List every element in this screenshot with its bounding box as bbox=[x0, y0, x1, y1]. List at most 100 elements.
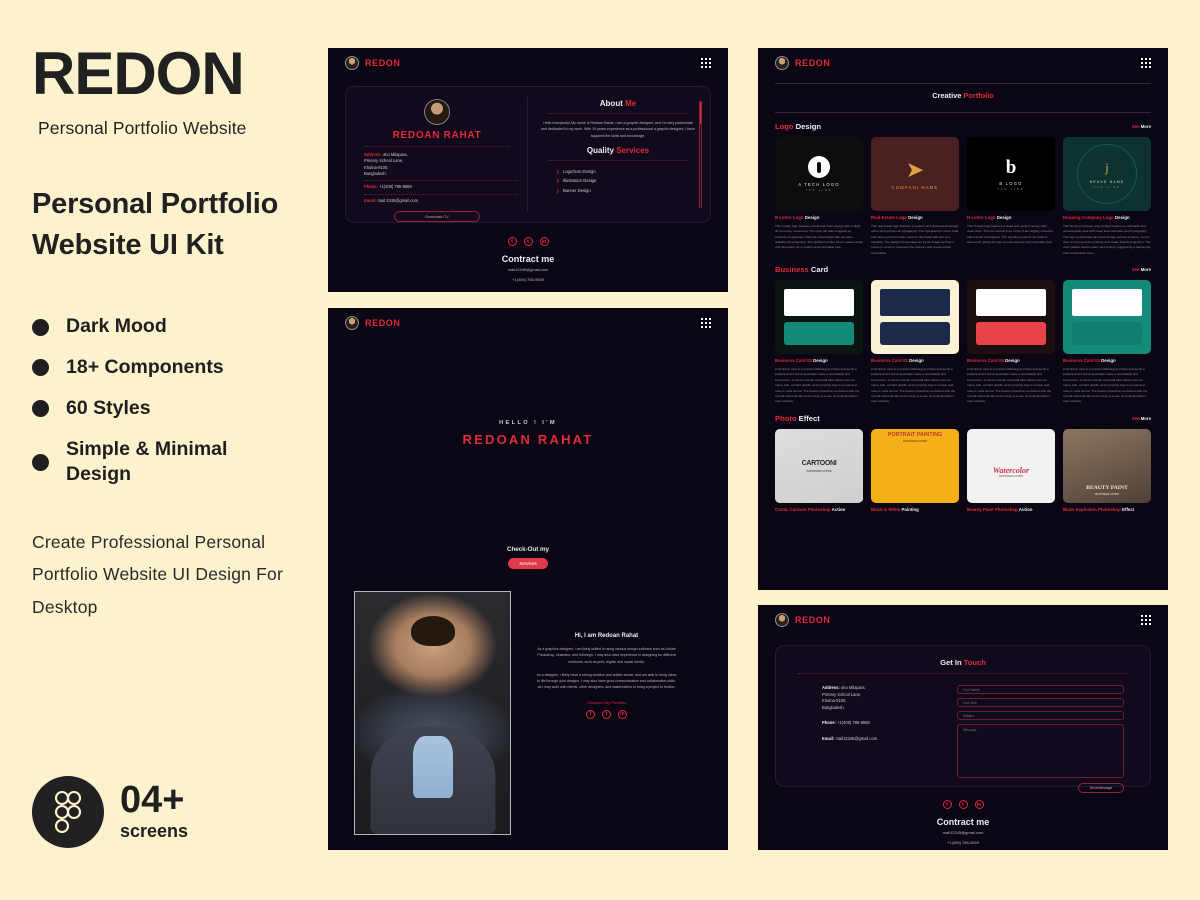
screens-word: screens bbox=[120, 821, 189, 842]
see-more-link[interactable]: See More bbox=[1132, 267, 1151, 272]
contact-details: Address: 4no Milapara, Primary School La… bbox=[794, 685, 943, 793]
grid-menu-icon[interactable] bbox=[1140, 614, 1151, 626]
linkedin-icon[interactable]: in bbox=[539, 237, 549, 246]
about-heading-accent: Me bbox=[625, 99, 637, 108]
facebook-icon[interactable]: f bbox=[942, 800, 952, 809]
portfolio-card[interactable]: Watercolor PHOTOSHOP ACTION Beauty Paint… bbox=[967, 428, 1055, 513]
card-caption: Business Card 02 Design bbox=[775, 358, 828, 364]
card-body: A business card is a crucial marketing t… bbox=[871, 366, 956, 404]
bio-paragraph-1: As a graphics designer, I am likely skil… bbox=[537, 647, 676, 664]
phone-label: Phone: bbox=[822, 720, 836, 726]
subject-input[interactable]: Subject bbox=[956, 711, 1124, 720]
bird-mark-icon: ➤ COMPANI NAME bbox=[891, 156, 939, 190]
list-item[interactable]: Banner Design bbox=[556, 188, 696, 193]
card-thumbnail bbox=[871, 280, 959, 355]
card-body: A business card is a crucial marketing t… bbox=[1063, 366, 1148, 404]
name-input[interactable]: Your Name bbox=[956, 685, 1124, 694]
hero-section: HELLO ! I'M REDOAN RAHAT bbox=[328, 338, 728, 447]
business-card-grid: Business Card 02 Design A business card … bbox=[758, 274, 1168, 405]
phone-value: +1(408) 785-9559 bbox=[837, 720, 870, 726]
logo-text: REDON bbox=[795, 615, 831, 625]
portfolio-card[interactable]: Business Card 03 Design A business card … bbox=[1063, 280, 1151, 405]
footer-mail: mail12345@gmail.com bbox=[507, 267, 549, 272]
feature-list: Dark Mood 18+ Components 60 Styles Simpl… bbox=[32, 314, 314, 488]
feature-label: Dark Mood bbox=[66, 315, 167, 338]
navbar: REDON bbox=[758, 48, 1168, 78]
social-links: f t in bbox=[758, 800, 1168, 809]
portfolio-card[interactable]: BEAUTY PAINT PHOTOSHOP ACTION Blaze Expl… bbox=[1063, 428, 1151, 513]
email-input[interactable]: Your Mail bbox=[956, 698, 1124, 707]
profile-left: REDOAN RAHAT Address: 4no Milapara, Prim… bbox=[346, 87, 528, 223]
screen-portfolio: REDON Creative Portfolio Logo Design See… bbox=[758, 48, 1168, 590]
portfolio-card[interactable]: b B LOGO TAG LINE H Letter Logo Design T… bbox=[967, 137, 1055, 256]
portfolio-card[interactable]: Business Card 02 Design A business card … bbox=[775, 280, 863, 405]
card-thumbnail: PORTRAIT PAINTING PHOTOSHOP ACTION bbox=[871, 428, 959, 503]
services-heading: Quality Services bbox=[540, 146, 696, 155]
avatar bbox=[775, 613, 789, 627]
figma-badge: 04+ screens bbox=[32, 776, 188, 848]
card-thumbnail: ➤ COMPANI NAME bbox=[871, 137, 959, 211]
services-button[interactable]: Services bbox=[508, 558, 548, 569]
twitter-icon[interactable]: t bbox=[523, 237, 533, 246]
grid-menu-icon[interactable] bbox=[700, 317, 711, 329]
portfolio-card[interactable]: Business Card 04 Design A business card … bbox=[967, 280, 1055, 405]
page-title-accent: Portfolio bbox=[963, 91, 994, 100]
address-line-4: Bangladesh. bbox=[822, 704, 845, 710]
portfolio-card[interactable]: CARTOONI PHOTOSHOP ACTION Comic Cartoon … bbox=[775, 428, 863, 513]
grid-menu-icon[interactable] bbox=[1140, 57, 1151, 69]
portfolio-card[interactable]: A TECH LOGO TAG LINE B Letter Logo Desig… bbox=[775, 137, 863, 256]
facebook-icon[interactable]: f bbox=[507, 237, 517, 246]
scrollbar-thumb[interactable] bbox=[700, 102, 701, 124]
about-heading-text: About bbox=[599, 99, 626, 108]
see-more-link[interactable]: See More bbox=[1132, 416, 1151, 421]
linkedin-icon[interactable]: in bbox=[974, 800, 984, 809]
marketing-panel: REDON Personal Portfolio Website Persona… bbox=[32, 44, 314, 623]
list-item[interactable]: Illustration Design bbox=[556, 178, 696, 183]
portfolio-card[interactable]: PORTRAIT PAINTING PHOTOSHOP ACTION Black… bbox=[871, 428, 959, 513]
b-letter-mark-icon: b B LOGO TAG LINE bbox=[997, 156, 1025, 191]
grid-menu-icon[interactable] bbox=[700, 57, 711, 69]
scrollbar[interactable] bbox=[699, 101, 702, 208]
social-links: f t in bbox=[535, 709, 678, 719]
divider bbox=[364, 146, 510, 147]
download-cv-button[interactable]: Download CV bbox=[394, 211, 480, 223]
message-textarea[interactable]: Message bbox=[956, 724, 1124, 778]
linkedin-icon[interactable]: in bbox=[618, 709, 627, 719]
portfolio-link[interactable]: Checkout My Portfolio bbox=[535, 700, 678, 705]
bullet-icon bbox=[32, 400, 49, 418]
services-heading-text: Quality bbox=[586, 145, 617, 155]
bio-paragraph-2: As a designer, I likely have a strong cr… bbox=[536, 672, 677, 690]
portfolio-card[interactable]: j BRAND NAME TAG LINE Housing Company Lo… bbox=[1063, 137, 1151, 256]
facebook-icon[interactable]: f bbox=[586, 709, 595, 719]
email-label: Email: bbox=[822, 735, 835, 741]
poster-canvas: REDON Personal Portfolio Website Persona… bbox=[0, 0, 1200, 900]
see-more-link[interactable]: See More bbox=[1132, 124, 1151, 129]
about-heading: About Me bbox=[540, 99, 696, 108]
card-caption: Housing Company Logo Design bbox=[1063, 215, 1130, 220]
twitter-icon[interactable]: t bbox=[958, 800, 968, 809]
logo[interactable]: REDON bbox=[345, 316, 401, 330]
avatar bbox=[345, 56, 359, 70]
send-message-button[interactable]: Send Message bbox=[1078, 783, 1124, 793]
section-header-photo-effect: Photo Effect See More bbox=[758, 405, 1168, 423]
twitter-icon[interactable]: t bbox=[602, 709, 611, 719]
address-label: Address: bbox=[364, 152, 382, 157]
logo[interactable]: REDON bbox=[775, 56, 831, 70]
logo-text: REDON bbox=[365, 58, 401, 68]
card-thumbnail bbox=[775, 280, 863, 355]
phone-row: Phone: +1(408) 785-9559 bbox=[822, 720, 943, 727]
avatar bbox=[345, 316, 359, 330]
logo[interactable]: REDON bbox=[775, 613, 831, 627]
portfolio-card[interactable]: Business Card 01 Design A business card … bbox=[871, 280, 959, 405]
kit-title: Personal Portfolio Website UI Kit bbox=[32, 188, 279, 262]
hero-name: REDOAN RAHAT bbox=[462, 432, 594, 447]
logo[interactable]: REDON bbox=[345, 56, 401, 70]
list-item: 18+ Components bbox=[32, 355, 314, 381]
card-thumbnail: BEAUTY PAINT PHOTOSHOP ACTION bbox=[1063, 428, 1151, 503]
list-item[interactable]: Logo/Icon Design bbox=[556, 169, 696, 174]
portfolio-card[interactable]: ➤ COMPANI NAME Real-Estate Logo Design T… bbox=[871, 137, 959, 256]
contact-form: Your Name Your Mail Subject Message Send… bbox=[956, 685, 1132, 793]
profile-name: REDOAN RAHAT bbox=[392, 130, 482, 141]
footer-phone: +1(408) 785-9559 bbox=[512, 276, 544, 282]
divider bbox=[364, 193, 518, 195]
